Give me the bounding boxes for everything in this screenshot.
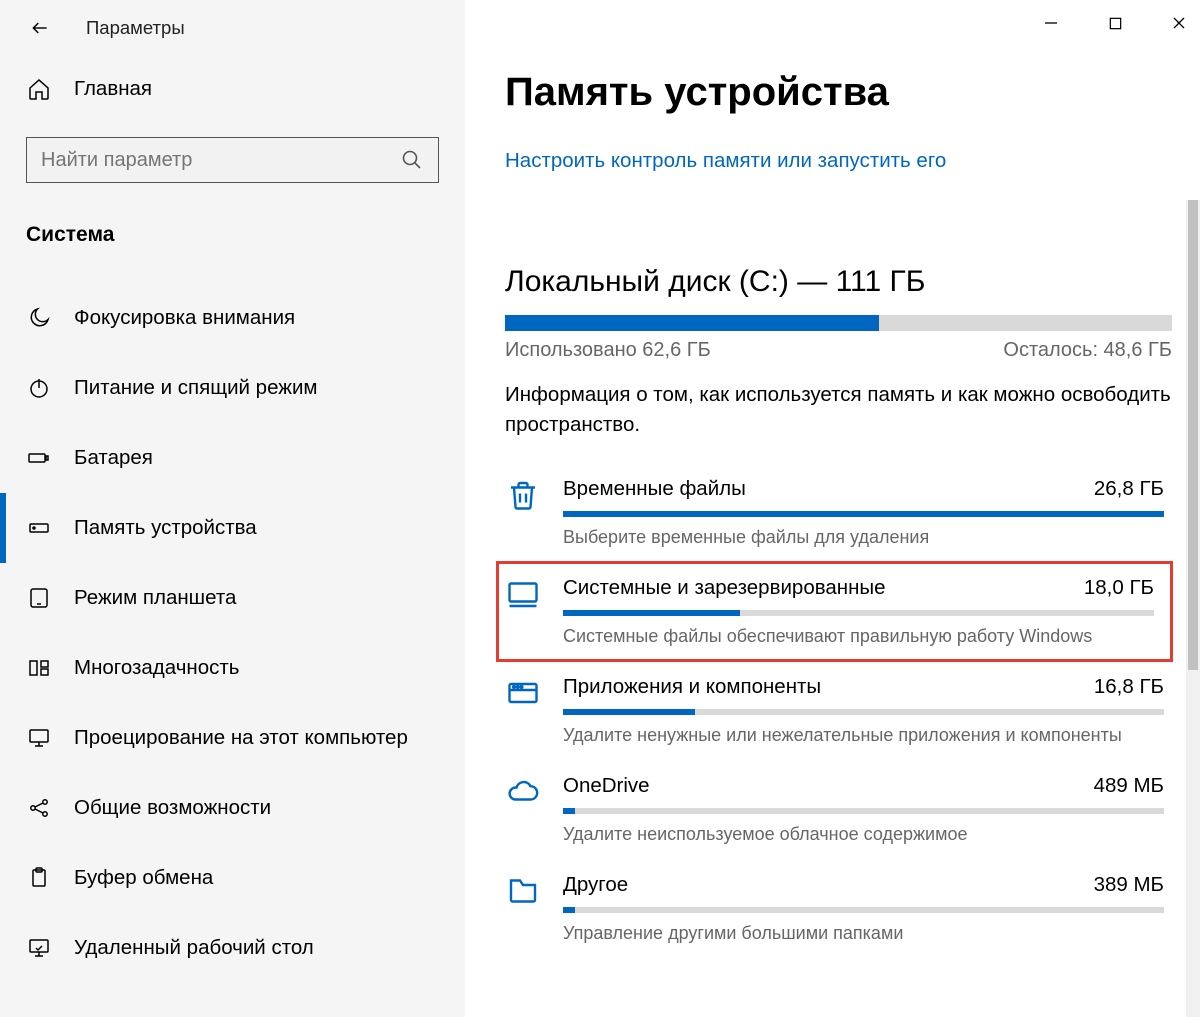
search-icon [400,148,424,172]
clipboard-icon [26,866,52,890]
nav-item-label: Многозадачность [74,656,239,680]
info-text: Информация о том, как используется памят… [505,380,1172,439]
category-other[interactable]: Другое 389 МБ Управление другими большими … [505,859,1172,958]
other-icon [505,873,563,909]
category-bar-fill [563,511,1164,517]
home-label: Главная [74,77,152,101]
category-bar-fill [563,709,695,715]
category-body: Системные и зарезервированные 18,0 ГБ Сист… [563,576,1154,647]
nav-item-label: Питание и спящий режим [74,376,318,400]
category-size: 489 МБ [1094,774,1164,798]
nav-storage[interactable]: Память устройства [0,493,465,563]
scrollbar-thumb[interactable] [1188,200,1198,670]
nav-list: Фокусировка внимания Питание и спящий ре… [0,269,465,983]
category-bar [563,610,1154,616]
page-title: Память устройства [505,70,1172,115]
nav-item-label: Память устройства [74,516,257,540]
category-body: OneDrive 489 МБ Удалите неиспользуемое обл… [563,774,1164,845]
category-bar-fill [563,610,740,616]
window-controls [1036,8,1194,38]
moon-icon [26,306,52,330]
category-desc: Удалите ненужные или нежелательные прило… [563,725,1164,746]
category-system[interactable]: Системные и зарезервированные 18,0 ГБ Сист… [497,562,1172,661]
nav-power[interactable]: Питание и спящий режим [0,353,465,423]
category-size: 16,8 ГБ [1094,675,1164,699]
system-icon [505,576,563,612]
onedrive-icon [505,774,563,810]
category-body: Другое 389 МБ Управление другими большими … [563,873,1164,944]
category-onedrive[interactable]: OneDrive 489 МБ Удалите неиспользуемое обл… [505,760,1172,859]
search-input[interactable] [41,149,400,172]
back-button[interactable] [26,14,54,42]
sidebar: Параметры Главная Система Фокусировка вн… [0,0,465,1017]
nav-multitask[interactable]: Многозадачность [0,633,465,703]
search-box[interactable] [26,137,439,183]
nav-item-label: Фокусировка внимания [74,306,295,330]
minimize-button[interactable] [1036,8,1066,38]
section-label: Система [0,195,465,269]
nav-remote[interactable]: Удаленный рабочий стол [0,913,465,983]
category-bar-fill [563,907,575,913]
category-title: Приложения и компоненты [563,675,821,699]
storage-icon [26,516,52,540]
nav-item-label: Батарея [74,446,153,470]
category-desc: Удалите неиспользуемое облачное содержим… [563,824,1164,845]
free-label: Осталось: 48,6 ГБ [1003,339,1172,362]
project-icon [26,726,52,750]
category-list: Временные файлы 26,8 ГБ Выберите временные… [505,463,1172,958]
close-button[interactable] [1164,8,1194,38]
category-bar [563,709,1164,715]
nav-clipboard[interactable]: Буфер обмена [0,843,465,913]
remote-icon [26,936,52,960]
home-icon [26,77,52,101]
category-desc: Выберите временные файлы для удаления [563,527,1164,548]
category-apps[interactable]: Приложения и компоненты 16,8 ГБ Удалите не… [505,661,1172,760]
disk-title: Локальный диск (C:) — 111 ГБ [505,265,1172,299]
storage-sense-link[interactable]: Настроить контроль памяти или запустить … [505,149,1172,173]
category-size: 18,0 ГБ [1084,576,1154,600]
disk-usage-fill [505,315,879,331]
tablet-icon [26,586,52,610]
apps-icon [505,675,563,711]
titlebar: Параметры [0,0,465,55]
category-title: Другое [563,873,628,897]
category-title: OneDrive [563,774,650,798]
share-icon [26,796,52,820]
battery-icon [26,446,52,470]
category-bar [563,511,1164,517]
nav-item-label: Удаленный рабочий стол [74,936,314,960]
nav-focus[interactable]: Фокусировка внимания [0,283,465,353]
app-title: Параметры [86,17,185,39]
nav-item-label: Режим планшета [74,586,236,610]
nav-item-label: Общие возможности [74,796,271,820]
multitask-icon [26,656,52,680]
scrollbar[interactable] [1186,200,1200,1017]
nav-item-label: Проецирование на этот компьютер [74,726,408,750]
nav-item-label: Буфер обмена [74,866,213,890]
category-temp[interactable]: Временные файлы 26,8 ГБ Выберите временные… [505,463,1172,562]
usage-row: Использовано 62,6 ГБ Осталось: 48,6 ГБ [505,339,1172,362]
home-button[interactable]: Главная [0,55,465,113]
nav-tablet[interactable]: Режим планшета [0,563,465,633]
power-icon [26,376,52,400]
maximize-button[interactable] [1100,8,1130,38]
category-size: 26,8 ГБ [1094,477,1164,501]
category-desc: Системные файлы обеспечивают правильную … [563,626,1154,647]
category-title: Временные файлы [563,477,746,501]
category-title: Системные и зарезервированные [563,576,886,600]
nav-shared[interactable]: Общие возможности [0,773,465,843]
category-bar [563,907,1164,913]
nav-projecting[interactable]: Проецирование на этот компьютер [0,703,465,773]
category-bar-fill [563,808,575,814]
category-body: Временные файлы 26,8 ГБ Выберите временные… [563,477,1164,548]
used-label: Использовано 62,6 ГБ [505,339,711,362]
category-size: 389 МБ [1094,873,1164,897]
nav-battery[interactable]: Батарея [0,423,465,493]
disk-usage-bar [505,315,1172,331]
category-bar [563,808,1164,814]
main-content: Память устройства Настроить контроль пам… [465,0,1200,1017]
category-desc: Управление другими большими папками [563,923,1164,944]
temp-icon [505,477,563,513]
category-body: Приложения и компоненты 16,8 ГБ Удалите не… [563,675,1164,746]
